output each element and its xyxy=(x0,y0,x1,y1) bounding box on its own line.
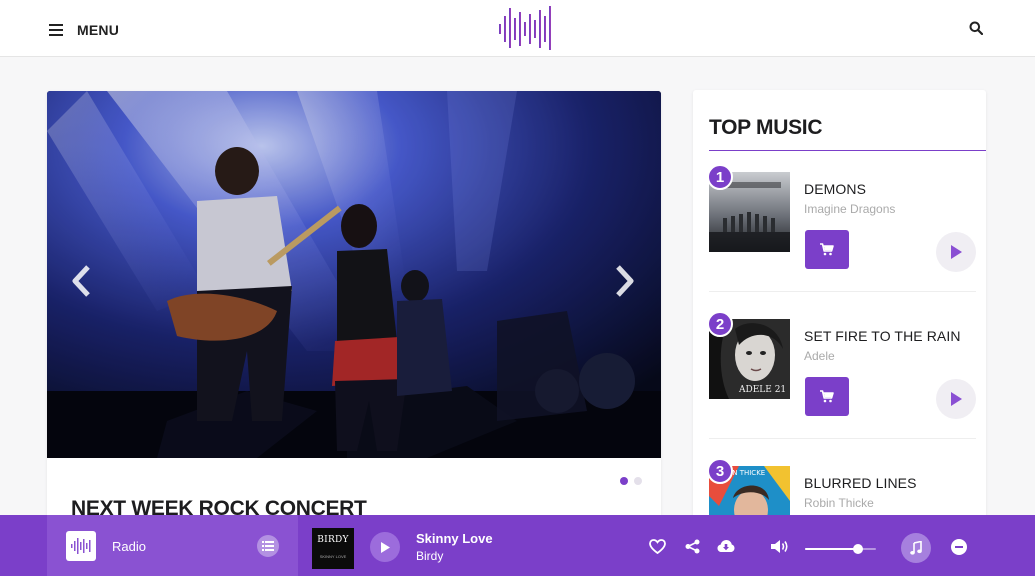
slider-prev-arrow-icon[interactable] xyxy=(69,263,93,299)
track-artist[interactable]: Imagine Dragons xyxy=(804,202,895,216)
radio-wave-icon[interactable] xyxy=(66,531,96,561)
volume-icon[interactable] xyxy=(770,537,790,555)
volume-handle[interactable] xyxy=(853,544,864,554)
track-name[interactable]: BLURRED LINES xyxy=(804,475,917,491)
menu-label: MENU xyxy=(77,22,120,38)
radio-label[interactable]: Radio xyxy=(112,539,146,554)
rank-badge: 2 xyxy=(707,311,733,337)
featured-slider: NEXT WEEK ROCK CONCERT xyxy=(47,91,661,531)
menu-button[interactable]: MENU xyxy=(49,20,119,40)
music-note-icon xyxy=(910,541,922,555)
cloud-download-icon[interactable] xyxy=(717,537,735,555)
slider-dot-2[interactable] xyxy=(634,477,642,485)
cart-icon xyxy=(820,390,834,403)
play-icon xyxy=(951,392,962,406)
play-track-button[interactable] xyxy=(936,232,976,272)
track-artist[interactable]: Adele xyxy=(804,349,835,363)
audio-player-bar: Radio BIRDY SKINNY LOVE Skinny Love Bird… xyxy=(0,515,1035,576)
minus-icon xyxy=(955,546,963,548)
top-music-title: TOP MUSIC xyxy=(709,116,823,139)
track-divider xyxy=(709,438,976,439)
hamburger-icon xyxy=(49,24,63,36)
rank-badge: 3 xyxy=(707,458,733,484)
music-note-button[interactable] xyxy=(901,533,931,563)
slider-pagination xyxy=(620,477,642,485)
minimize-player-button[interactable] xyxy=(951,539,967,555)
track-item-2: ADELE 21 2 SET FIRE TO THE RAIN Adele xyxy=(707,311,976,439)
play-icon xyxy=(381,541,390,553)
cart-icon xyxy=(820,243,834,256)
radio-section: Radio xyxy=(47,515,298,576)
slider-next-arrow-icon[interactable] xyxy=(613,263,637,299)
sound-wave-logo-icon[interactable] xyxy=(498,4,554,52)
playlist-button[interactable] xyxy=(257,535,279,557)
title-divider xyxy=(709,150,986,151)
cover-title-text: SKINNY LOVE xyxy=(319,554,347,559)
now-playing-artist: Birdy xyxy=(416,549,444,563)
track-item-1: 1 DEMONS Imagine Dragons xyxy=(707,164,976,292)
buy-button[interactable] xyxy=(805,377,849,416)
search-icon[interactable] xyxy=(969,21,983,35)
slider-dot-1[interactable] xyxy=(620,477,628,485)
now-playing-cover[interactable]: BIRDY SKINNY LOVE xyxy=(312,528,354,569)
volume-slider[interactable] xyxy=(805,544,876,554)
svg-text:ADELE 21: ADELE 21 xyxy=(738,385,786,395)
top-music-panel: TOP MUSIC 1 DEMONS Imagine Dragons ADELE… xyxy=(693,90,986,530)
volume-fill xyxy=(805,548,859,550)
play-icon xyxy=(951,245,962,259)
playlist-icon xyxy=(262,541,274,551)
track-divider xyxy=(709,291,976,292)
share-icon[interactable] xyxy=(683,537,701,555)
play-track-button[interactable] xyxy=(936,379,976,419)
track-artist[interactable]: Robin Thicke xyxy=(804,496,874,510)
buy-button[interactable] xyxy=(805,230,849,269)
top-navbar: MENU xyxy=(0,0,1035,57)
track-name[interactable]: SET FIRE TO THE RAIN xyxy=(804,328,961,344)
concert-photo xyxy=(47,91,661,458)
cover-artist-text: BIRDY xyxy=(317,535,349,545)
now-playing-title: Skinny Love xyxy=(416,531,493,546)
rank-badge: 1 xyxy=(707,164,733,190)
play-pause-button[interactable] xyxy=(370,532,400,562)
heart-icon[interactable] xyxy=(648,537,666,555)
track-name[interactable]: DEMONS xyxy=(804,181,866,197)
